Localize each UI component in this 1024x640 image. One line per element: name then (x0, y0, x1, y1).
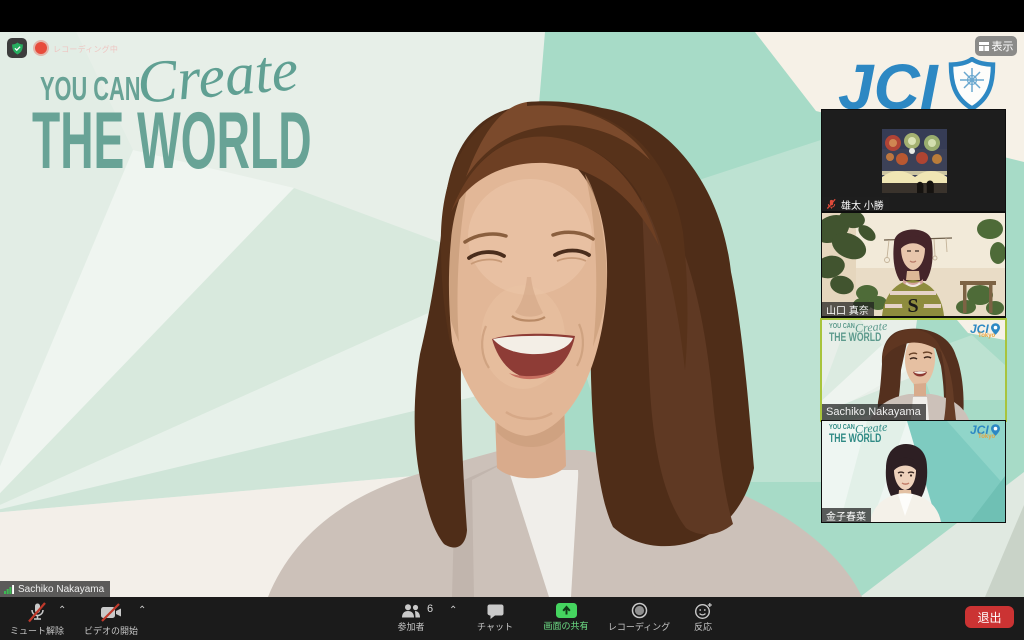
svg-text:S: S (907, 295, 918, 316)
